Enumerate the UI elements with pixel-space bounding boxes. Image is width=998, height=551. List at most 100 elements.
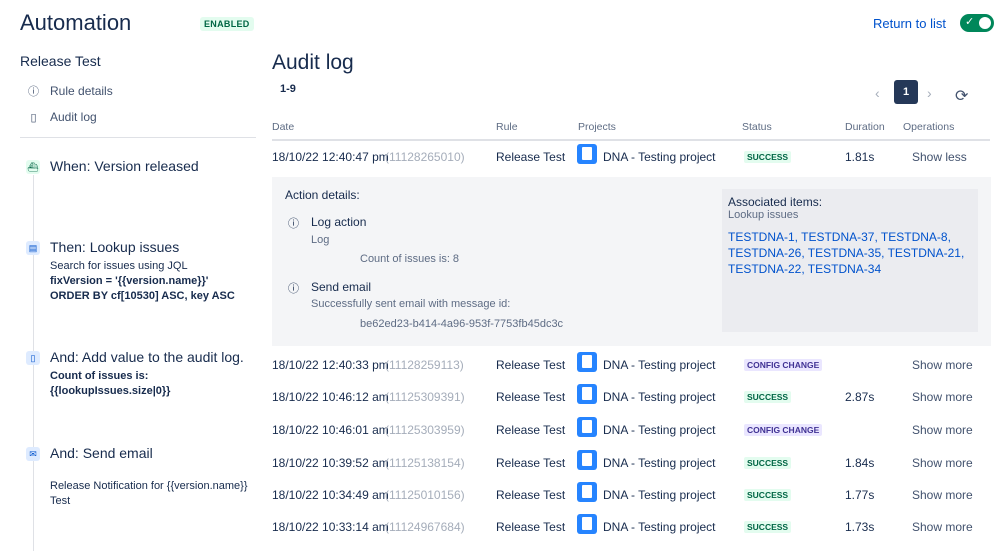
status-badge: ENABLED bbox=[200, 17, 254, 31]
issue-links[interactable]: TESTDNA-22, TESTDNA-34 bbox=[728, 262, 881, 276]
page-title: Automation bbox=[20, 10, 132, 35]
mail-icon: ✉ bbox=[26, 447, 40, 461]
show-more-button[interactable]: Show more bbox=[912, 456, 973, 470]
row-rule: Release Test bbox=[496, 390, 566, 404]
ship-icon: ⛴ bbox=[26, 160, 40, 174]
status-badge: CONFIG CHANGE bbox=[744, 359, 823, 371]
step-description: Test bbox=[50, 495, 71, 507]
row-duration: 1.73s bbox=[845, 520, 875, 534]
row-project: DNA - Testing project bbox=[603, 390, 716, 404]
status-badge: SUCCESS bbox=[744, 457, 792, 469]
nav-rule-details[interactable]: ⓘ Rule details bbox=[27, 83, 113, 99]
issue-links[interactable]: TESTDNA-26, TESTDNA-35, TESTDNA-21, bbox=[728, 246, 964, 260]
project-avatar-icon bbox=[577, 482, 597, 502]
status-badge: SUCCESS bbox=[744, 521, 792, 533]
row-date: 18/10/22 10:46:12 am bbox=[272, 390, 389, 404]
show-more-button[interactable]: Show more bbox=[912, 488, 973, 502]
toggle-knob bbox=[979, 17, 991, 29]
nav-label: Audit log bbox=[50, 110, 97, 124]
row-rule: Release Test bbox=[496, 150, 566, 164]
show-more-button[interactable]: Show more bbox=[912, 423, 973, 437]
rule-name: Release Test bbox=[20, 53, 101, 69]
enable-toggle[interactable]: ✓ bbox=[960, 14, 994, 32]
check-icon: ✓ bbox=[965, 16, 975, 28]
document-icon: ▯ bbox=[26, 351, 40, 365]
refresh-icon[interactable]: ⟳ bbox=[955, 86, 968, 106]
row-project: DNA - Testing project bbox=[603, 358, 716, 372]
chevron-right-icon[interactable]: › bbox=[927, 85, 932, 101]
row-id: (11125138154) bbox=[385, 456, 465, 470]
row-rule: Release Test bbox=[496, 358, 566, 372]
step-title: And: Send email bbox=[50, 445, 153, 461]
row-date: 18/10/22 10:33:14 am bbox=[272, 520, 389, 534]
row-duration: 1.81s bbox=[845, 150, 875, 164]
table-row: 18/10/22 10:46:01 am (11125303959) Relea… bbox=[272, 417, 990, 456]
row-date: 18/10/22 10:46:01 am bbox=[272, 423, 389, 437]
project-avatar-icon bbox=[577, 450, 597, 470]
column-header-projects: Projects bbox=[578, 121, 616, 133]
info-icon: ⓘ bbox=[288, 283, 299, 295]
show-more-button[interactable]: Show more bbox=[912, 390, 973, 404]
table-row: 18/10/22 10:39:52 am (11125138154) Relea… bbox=[272, 450, 990, 489]
action-value: Count of issues is: 8 bbox=[360, 253, 460, 265]
column-header-operations: Operations bbox=[903, 121, 955, 133]
row-project: DNA - Testing project bbox=[603, 423, 716, 437]
table-row: 18/10/22 10:34:49 am (11125010156) Relea… bbox=[272, 482, 990, 521]
show-more-button[interactable]: Show more bbox=[912, 520, 973, 534]
return-to-list-link[interactable]: Return to list bbox=[873, 16, 946, 31]
status-badge: CONFIG CHANGE bbox=[744, 424, 823, 436]
row-project: DNA - Testing project bbox=[603, 488, 716, 502]
action-sub: Log bbox=[311, 234, 330, 246]
action-name: Log action bbox=[311, 215, 367, 229]
info-icon: ⓘ bbox=[28, 86, 39, 98]
table-row: 18/10/22 10:33:14 am (11124967684) Relea… bbox=[272, 514, 990, 551]
step-jql: fixVersion = '{{version.name}}' bbox=[50, 275, 209, 287]
show-less-button[interactable]: Show less bbox=[912, 150, 967, 164]
info-icon: ⓘ bbox=[288, 218, 299, 230]
row-id: (11125303959) bbox=[385, 423, 465, 437]
step-title: When: Version released bbox=[50, 158, 199, 174]
associated-sub: Lookup issues bbox=[728, 209, 799, 221]
row-date: 18/10/22 10:34:49 am bbox=[272, 488, 389, 502]
column-header-date: Date bbox=[272, 121, 295, 133]
row-date: 18/10/22 12:40:33 pm bbox=[272, 358, 389, 372]
step-title: Then: Lookup issues bbox=[50, 239, 180, 255]
step-description: Search for issues using JQL bbox=[50, 260, 188, 272]
issue-links[interactable]: TESTDNA-1, TESTDNA-37, TESTDNA-8, bbox=[728, 230, 951, 244]
step-description: Release Notification for {{version.name}… bbox=[50, 480, 248, 492]
project-avatar-icon bbox=[577, 514, 597, 534]
column-header-rule: Rule bbox=[496, 121, 518, 133]
row-id: (11128265010) bbox=[385, 150, 465, 164]
row-rule: Release Test bbox=[496, 488, 566, 502]
associated-items-panel: Associated items: Lookup issues TESTDNA-… bbox=[722, 189, 978, 332]
row-id: (11125010156) bbox=[385, 488, 465, 502]
row-project: DNA - Testing project bbox=[603, 150, 716, 164]
action-details-panel: Action details: ⓘ Log action Log Count o… bbox=[272, 177, 991, 346]
row-id: (11128259113) bbox=[385, 358, 464, 372]
details-title: Action details: bbox=[285, 188, 360, 202]
row-duration: 2.87s bbox=[845, 390, 875, 404]
project-avatar-icon bbox=[577, 417, 597, 437]
action-sub: Successfully sent email with message id: bbox=[311, 298, 511, 310]
step-value: {{lookupIssues.size|0}} bbox=[50, 385, 171, 397]
step-jql: ORDER BY cf[10530] ASC, key ASC bbox=[50, 290, 235, 302]
status-badge: SUCCESS bbox=[744, 391, 792, 403]
divider bbox=[20, 137, 256, 138]
page-button[interactable]: 1 bbox=[894, 80, 918, 104]
header-divider bbox=[272, 139, 990, 141]
nav-audit-log[interactable]: ▯ Audit log bbox=[27, 110, 97, 124]
row-rule: Release Test bbox=[496, 520, 566, 534]
status-badge: SUCCESS bbox=[744, 151, 792, 163]
row-date: 18/10/22 12:40:47 pm bbox=[272, 150, 389, 164]
row-date: 18/10/22 10:39:52 am bbox=[272, 456, 389, 470]
show-more-button[interactable]: Show more bbox=[912, 358, 973, 372]
search-issues-icon: ▤ bbox=[26, 241, 40, 255]
chevron-left-icon[interactable]: ‹ bbox=[875, 85, 880, 101]
project-avatar-icon bbox=[577, 144, 597, 164]
row-duration: 1.77s bbox=[845, 488, 875, 502]
step-title: And: Add value to the audit log. bbox=[50, 349, 244, 365]
section-title: Audit log bbox=[272, 51, 354, 74]
column-header-duration: Duration bbox=[845, 121, 885, 133]
table-row: 18/10/22 12:40:33 pm (11128259113) Relea… bbox=[272, 352, 990, 391]
project-avatar-icon bbox=[577, 352, 597, 372]
